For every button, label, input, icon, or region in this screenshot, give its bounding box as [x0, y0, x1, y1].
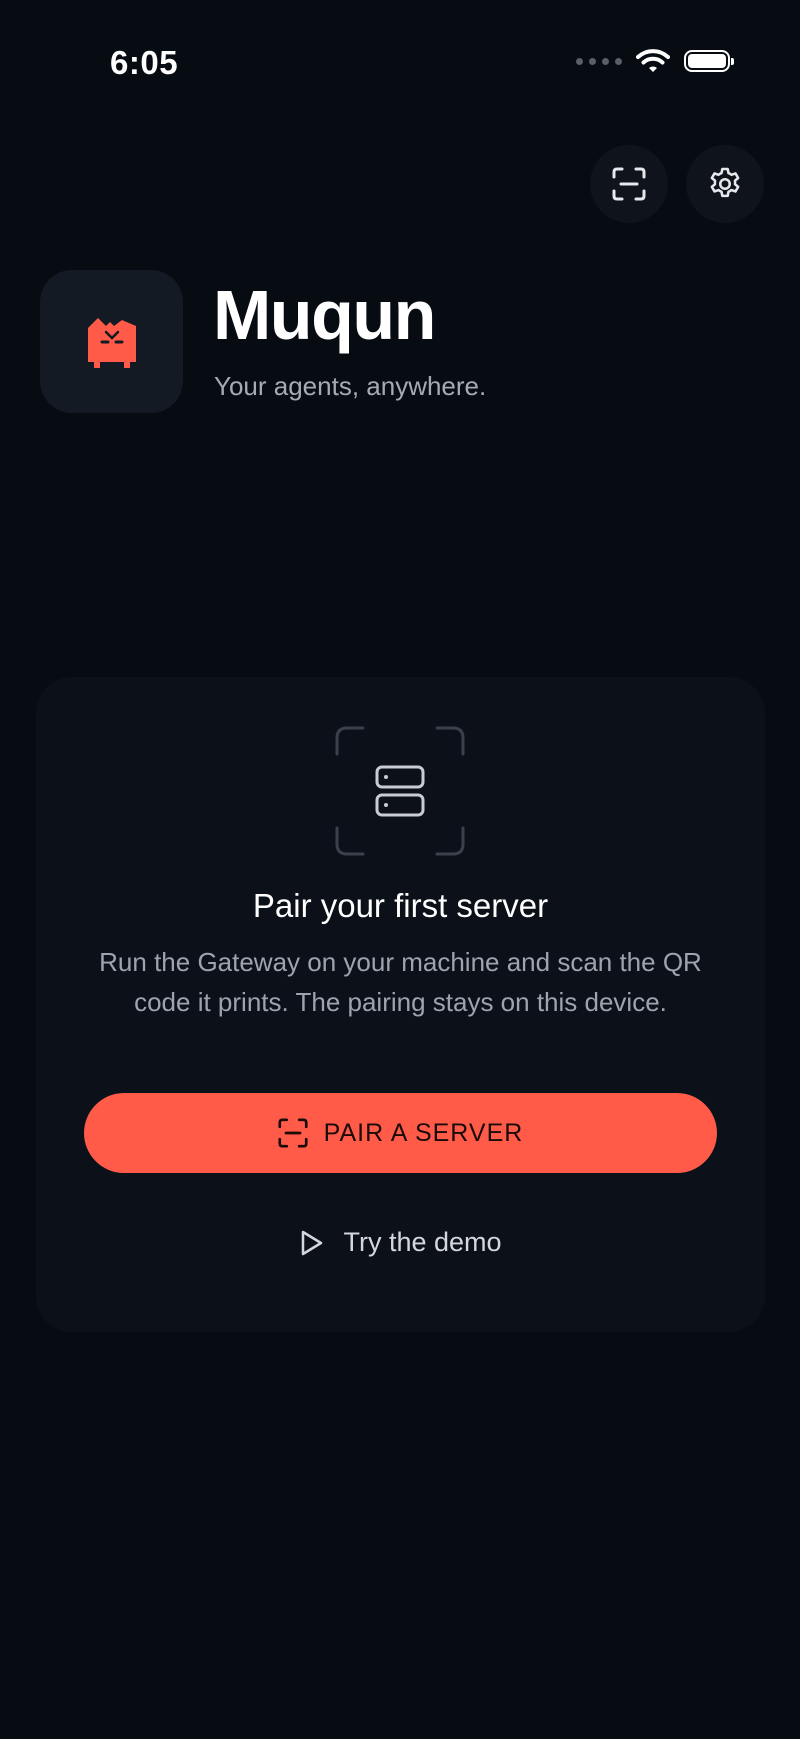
try-demo-label: Try the demo: [343, 1227, 502, 1257]
pair-server-button-label: PAIR A SERVER: [323, 1118, 524, 1147]
settings-button[interactable]: [686, 145, 764, 223]
wifi-icon: [636, 49, 670, 72]
server-scan-frame: [335, 726, 465, 856]
gear-icon: [710, 167, 740, 198]
status-time: 6:05: [110, 44, 179, 81]
card-title: Pair your first server: [252, 887, 549, 924]
play-icon: [302, 1230, 323, 1255]
cellular-signal-icon: [576, 57, 622, 65]
pair-server-button[interactable]: PAIR A SERVER: [84, 1093, 717, 1173]
pair-server-card: Pair your first server Run the Gateway o…: [36, 677, 765, 1332]
card-description: Run the Gateway on your machine and scan…: [99, 947, 702, 1017]
muqun-logo-icon: [87, 317, 136, 368]
battery-icon: [684, 50, 734, 72]
app-title: Muqun: [213, 276, 436, 354]
scan-icon: [278, 1118, 308, 1148]
home-screen: 6:05 Muqun Your agents, anywhere. Pair y…: [0, 0, 800, 1739]
scan-qr-button[interactable]: [590, 145, 668, 223]
server-icon: [335, 726, 465, 856]
app-tagline: Your agents, anywhere.: [214, 371, 487, 401]
status-indicators: [576, 48, 734, 74]
try-demo-button[interactable]: Try the demo: [36, 1227, 765, 1258]
app-logo: [40, 270, 183, 413]
scan-icon: [612, 167, 646, 201]
